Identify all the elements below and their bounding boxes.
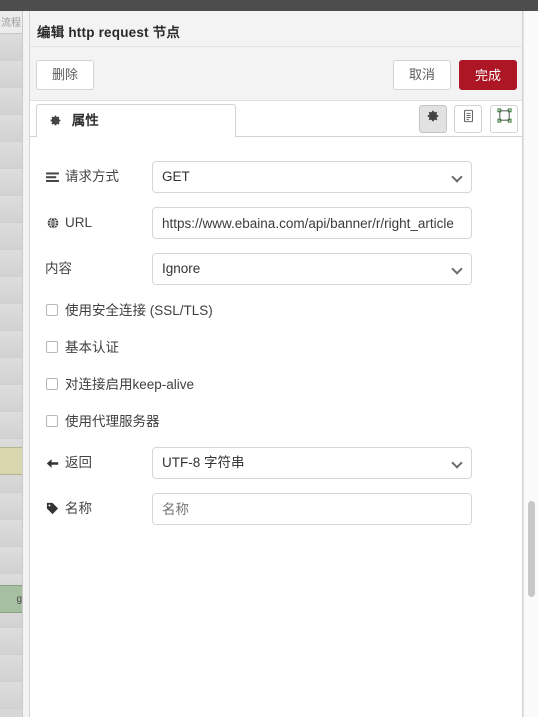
palette-row	[0, 547, 22, 574]
flow-node-beige[interactable]	[0, 447, 22, 475]
checkbox-ssl[interactable]: 使用安全连接 (SSL/TLS)	[46, 301, 213, 321]
return-select-wrap: UTF-8 字符串	[152, 447, 472, 479]
background-node-palette: 流程 g	[0, 11, 23, 717]
checkbox-basic-auth-box[interactable]	[46, 341, 58, 353]
done-button[interactable]: 完成	[459, 60, 517, 90]
name-label-text: 名称	[65, 501, 92, 516]
palette-row	[0, 493, 22, 520]
tag-icon	[45, 495, 60, 527]
properties-icon-button[interactable]	[418, 105, 447, 133]
return-select[interactable]: UTF-8 字符串	[152, 447, 472, 479]
return-label-text: 返回	[65, 455, 92, 470]
checkbox-basic-auth[interactable]: 基本认证	[46, 338, 119, 358]
palette-row	[0, 331, 22, 358]
url-input[interactable]	[152, 207, 472, 239]
flow-node-green[interactable]: g	[0, 585, 22, 613]
appearance-icon-button[interactable]	[490, 105, 518, 133]
palette-row	[0, 682, 22, 709]
method-label: 请求方式	[45, 161, 155, 193]
palette-header-label: 流程	[1, 18, 21, 29]
palette-row	[0, 115, 22, 142]
payload-label-text: 内容	[45, 261, 72, 276]
checkbox-keep-alive-box[interactable]	[46, 378, 58, 390]
palette-row	[0, 169, 22, 196]
app-top-bar	[0, 0, 538, 11]
field-row-method: 请求方式 GET	[30, 161, 522, 193]
return-label: 返回	[45, 447, 155, 479]
properties-form: 请求方式 GET URL https://www.ebaina.com/api/…	[30, 137, 522, 717]
palette-row	[0, 250, 22, 277]
method-select[interactable]: GET	[152, 161, 472, 193]
page-scrollbar[interactable]	[523, 11, 538, 717]
palette-row	[0, 520, 22, 547]
page-scrollbar-thumb[interactable]	[528, 501, 535, 597]
edit-node-dialog: 编辑 http request 节点 删除 取消 完成 属性 请求方式 GET …	[29, 11, 523, 717]
tab-properties-label: 属性	[71, 113, 99, 128]
checkbox-keep-alive-label: 对连接启用keep-alive	[65, 377, 195, 392]
checkbox-proxy[interactable]: 使用代理服务器	[46, 412, 160, 432]
palette-row	[0, 88, 22, 115]
palette-row	[0, 277, 22, 304]
palette-row	[0, 412, 22, 439]
cancel-button[interactable]: 取消	[393, 60, 451, 90]
palette-row	[0, 61, 22, 88]
palette-row	[0, 142, 22, 169]
checkbox-keep-alive[interactable]: 对连接启用keep-alive	[46, 375, 194, 395]
document-icon	[463, 109, 473, 123]
globe-icon	[45, 209, 60, 241]
name-label: 名称	[45, 493, 155, 525]
url-label: URL	[45, 207, 155, 239]
gear-icon	[427, 110, 438, 122]
tab-properties[interactable]: 属性	[36, 104, 236, 138]
payload-label: 内容	[45, 253, 155, 285]
field-row-url: URL	[30, 207, 522, 239]
checkbox-basic-auth-label: 基本认证	[65, 340, 119, 355]
payload-select-wrap: Ignore	[152, 253, 472, 285]
palette-row	[0, 358, 22, 385]
palette-row	[0, 655, 22, 682]
delete-button[interactable]: 删除	[36, 60, 94, 90]
palette-row	[0, 34, 22, 61]
dialog-toolbar: 删除 取消 完成	[30, 47, 522, 101]
palette-row	[0, 385, 22, 412]
field-row-payload: 内容 Ignore	[30, 253, 522, 285]
checkbox-ssl-box[interactable]	[46, 304, 58, 316]
method-label-text: 请求方式	[65, 169, 119, 184]
field-row-name: 名称	[30, 493, 522, 525]
checkbox-proxy-box[interactable]	[46, 415, 58, 427]
checkbox-ssl-label: 使用安全连接 (SSL/TLS)	[65, 303, 213, 318]
dialog-title: 编辑 http request 节点	[37, 25, 181, 40]
list-icon	[45, 163, 60, 195]
palette-row	[0, 196, 22, 223]
screen: 流程 g 编辑 http request 节点 删除 取消 完成 属性 请求方式…	[0, 0, 538, 717]
method-select-wrap: GET	[152, 161, 472, 193]
field-row-return: 返回 UTF-8 字符串	[30, 447, 522, 479]
checkbox-proxy-label: 使用代理服务器	[65, 414, 160, 429]
palette-row	[0, 223, 22, 250]
palette-row	[0, 628, 22, 655]
dialog-tool-buttons	[415, 105, 518, 133]
payload-select[interactable]: Ignore	[152, 253, 472, 285]
name-input[interactable]	[152, 493, 472, 525]
arrow-left-icon	[45, 449, 60, 481]
appearance-icon	[496, 108, 512, 123]
description-icon-button[interactable]	[454, 105, 483, 133]
dialog-tab-bar: 属性	[30, 101, 522, 138]
dialog-header: 编辑 http request 节点	[30, 11, 522, 47]
url-label-text: URL	[65, 215, 93, 230]
palette-header: 流程	[0, 11, 22, 34]
palette-row	[0, 304, 22, 331]
gear-icon	[49, 107, 62, 139]
